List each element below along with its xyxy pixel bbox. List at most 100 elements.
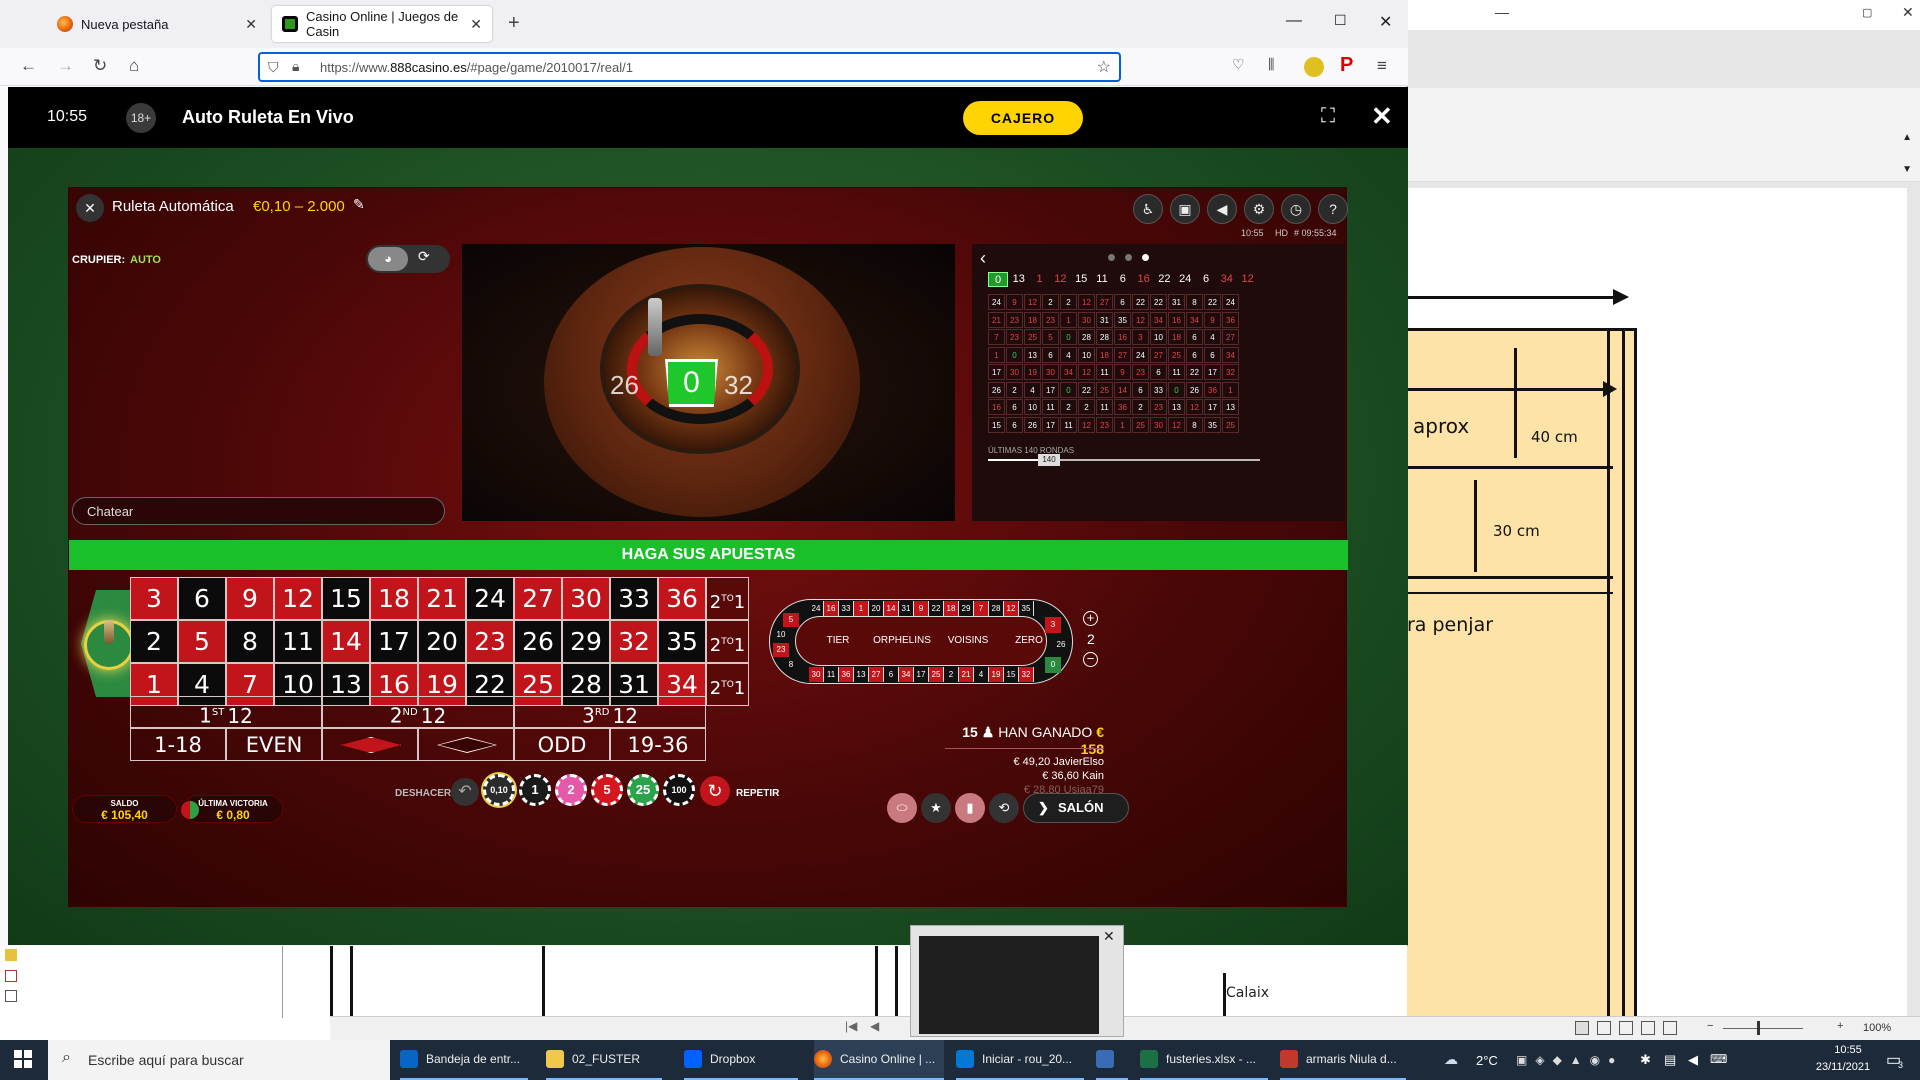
tab-close-icon[interactable]: ✕ (245, 16, 257, 33)
racetrack-number[interactable]: 35 (1019, 601, 1034, 616)
racetrack-number[interactable]: 5 (783, 613, 799, 627)
number-cell[interactable]: 3 (130, 577, 178, 620)
taskbar-app-outlook[interactable]: Bandeja de entr... (400, 1040, 528, 1080)
taskbar-search[interactable]: ⌕ Escribe aquí para buscar (48, 1040, 390, 1080)
tab-close-icon[interactable]: ✕ (470, 16, 482, 33)
page-dot[interactable] (1108, 254, 1115, 261)
accessibility-icon[interactable]: ♿︎ (1133, 194, 1163, 224)
close-table-icon[interactable]: ✕ (76, 194, 104, 222)
zoom-out-icon[interactable]: − (1707, 1020, 1713, 1032)
number-cell[interactable]: 2 (130, 620, 178, 663)
racetrack-number[interactable]: 19 (989, 667, 1004, 682)
dozen-bet[interactable]: 2ND 12 (322, 696, 514, 728)
zoom-in-icon[interactable]: + (1837, 1020, 1843, 1032)
scroll-first-icon[interactable]: |◀ (845, 1019, 857, 1033)
bet-black[interactable] (418, 728, 514, 761)
taskbar-app-excel[interactable]: fusteries.xlsx - ... (1140, 1040, 1268, 1080)
number-cell[interactable]: 9 (226, 577, 274, 620)
reload-icon[interactable]: ↻ (93, 56, 107, 76)
ribbon-scroll-down-icon[interactable]: ▼ (1902, 164, 1912, 175)
bet-red[interactable] (322, 728, 418, 761)
number-cell[interactable]: 26 (514, 620, 562, 663)
undo-label[interactable]: DESHACER (395, 788, 451, 799)
repeat-icon[interactable]: ↻ (700, 776, 730, 806)
chat-bubble-icon[interactable]: ◕ (368, 247, 408, 271)
number-cell[interactable]: 24 (466, 577, 514, 620)
racetrack-number[interactable]: 16 (824, 601, 839, 616)
tab-new-tab[interactable]: Nueva pestaña ✕ (47, 6, 267, 42)
view-normal-icon[interactable] (1575, 1021, 1589, 1035)
number-cell[interactable]: 11 (274, 620, 322, 663)
bookmark-star-icon[interactable]: ☆ (1097, 57, 1111, 77)
taskbar-app-sketchup[interactable]: armaris Niula d... (1280, 1040, 1406, 1080)
extension-icon[interactable] (1304, 57, 1324, 77)
favorite-pin-icon[interactable]: ✎ (353, 196, 365, 213)
number-cell[interactable]: 30 (562, 577, 610, 620)
racetrack-number[interactable]: 27 (869, 667, 884, 682)
racetrack-number[interactable]: 12 (1004, 601, 1019, 616)
maximize-icon[interactable]: ☐ (1334, 12, 1347, 29)
racetrack-number[interactable]: 14 (884, 601, 899, 616)
view-layout-icon[interactable] (1597, 1021, 1611, 1035)
racetrack-number[interactable]: 4 (974, 667, 989, 682)
home-icon[interactable]: ⌂ (129, 56, 139, 76)
chip-1[interactable]: 1 (519, 774, 551, 806)
racetrack-number[interactable]: 30 (809, 667, 824, 682)
racetrack-number[interactable]: 3 (1045, 617, 1061, 633)
minimize-icon[interactable]: — (1286, 12, 1302, 30)
racetrack-number[interactable]: 8 (783, 658, 799, 672)
history-back-icon[interactable]: ‹ (980, 248, 986, 269)
racetrack-number[interactable]: 20 (869, 601, 884, 616)
racetrack-number[interactable]: 34 (899, 667, 914, 682)
lobby-button[interactable]: ❯ SALÓN (1023, 793, 1129, 823)
autoplay-icon[interactable]: ⟲ (989, 793, 1019, 823)
taskbar-app-explorer[interactable]: 02_FUSTER (546, 1040, 662, 1080)
number-cell[interactable]: 15 (322, 577, 370, 620)
number-cell[interactable]: 33 (610, 577, 658, 620)
racetrack-number[interactable]: 31 (899, 601, 914, 616)
new-tab-icon[interactable]: + (508, 12, 520, 35)
tray-icons[interactable]: ▣◈◆▲◉● (1516, 1053, 1636, 1067)
sound-icon[interactable]: ◀ (1207, 194, 1237, 224)
racetrack-section-tier[interactable]: TIER (805, 635, 871, 646)
racetrack-number[interactable]: 32 (1019, 667, 1034, 682)
racetrack-number[interactable]: 23 (773, 643, 789, 657)
taskbar-app-firefox[interactable]: Casino Online | ... (814, 1040, 944, 1080)
forward-arrow-icon[interactable]: → (57, 56, 74, 76)
racetrack-number[interactable]: 21 (959, 667, 974, 682)
number-cell[interactable]: 20 (418, 620, 466, 663)
racetrack-number[interactable]: 33 (839, 601, 854, 616)
racetrack-number[interactable]: 10 (773, 628, 789, 642)
language-icon[interactable]: ⌨ (1710, 1052, 1727, 1066)
rounds-value[interactable]: 140 (1038, 454, 1060, 466)
camera-icon[interactable]: ▣ (1170, 194, 1200, 224)
bet-odd[interactable]: ODD (514, 728, 610, 761)
bet-19-36[interactable]: 19-36 (610, 728, 706, 761)
statistics-icon[interactable]: ▮ (955, 793, 985, 823)
cashier-button[interactable]: CAJERO (963, 101, 1083, 135)
racetrack[interactable]: 24 16 33 1 20 14 31 9 22 18 29 7 28 12 35 30 11 36 13 27 6 34… (769, 599, 1073, 684)
racetrack-section-orphelins[interactable]: ORPHELINS (863, 635, 941, 646)
number-cell[interactable]: 27 (514, 577, 562, 620)
taskbar-app-powershell[interactable] (1096, 1040, 1128, 1080)
clock-date[interactable]: 23/11/2021 (1808, 1061, 1878, 1073)
racetrack-number[interactable]: 18 (944, 601, 959, 616)
windows-start-icon[interactable] (14, 1050, 32, 1068)
racetrack-number[interactable]: 17 (914, 667, 929, 682)
number-cell[interactable]: 36 (658, 577, 706, 620)
number-cell[interactable]: 14 (322, 620, 370, 663)
close-icon[interactable]: ✕ (1902, 4, 1914, 21)
chip-2[interactable]: 2 (555, 774, 587, 806)
racetrack-number[interactable]: 2 (944, 667, 959, 682)
view-web-icon[interactable] (1641, 1021, 1655, 1035)
chip-0-10[interactable]: 0,10 (483, 774, 515, 806)
view-outline-icon[interactable] (1663, 1021, 1677, 1035)
pocket-icon[interactable]: ♡ (1232, 56, 1245, 73)
chip-25[interactable]: 25 (627, 774, 659, 806)
list-icon[interactable] (5, 990, 17, 1002)
chat-input[interactable]: Chatear (72, 497, 445, 525)
racetrack-number[interactable]: 11 (824, 667, 839, 682)
racetrack-number[interactable]: 24 (809, 601, 824, 616)
neighbours-minus-icon[interactable]: − (1083, 652, 1098, 667)
racetrack-number[interactable]: 1 (854, 601, 869, 616)
